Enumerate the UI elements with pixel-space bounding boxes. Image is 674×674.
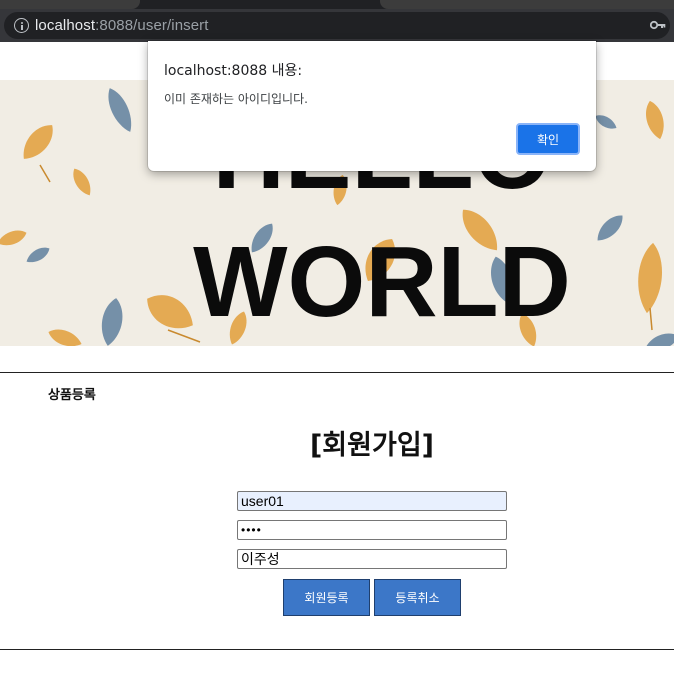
- page-title: [회원가입]: [309, 430, 435, 461]
- alert-title: localhost:8088 내용:: [164, 63, 303, 79]
- browser-toolbar: localhost:8088/user/insert: [0, 9, 674, 42]
- url-path: :8088/user/insert: [95, 17, 209, 34]
- footer-divider: [0, 649, 674, 650]
- nav-item-product-register[interactable]: 상품등록: [48, 384, 96, 403]
- name-input[interactable]: [237, 549, 507, 569]
- browser-tabstrip: [0, 0, 674, 9]
- info-icon[interactable]: [14, 18, 29, 33]
- alert-message: 이미 존재하는 아이디입니다.: [164, 92, 308, 106]
- key-icon[interactable]: [650, 20, 666, 30]
- cancel-registration-button[interactable]: 등록취소: [374, 579, 461, 616]
- banner-line-2: WORLD: [193, 226, 571, 338]
- address-bar[interactable]: localhost:8088/user/insert: [4, 12, 670, 39]
- browser-tab[interactable]: [0, 0, 140, 9]
- password-input[interactable]: [237, 520, 507, 540]
- alert-dialog: localhost:8088 내용: 이미 존재하는 아이디입니다. 확인: [148, 41, 596, 171]
- browser-tab[interactable]: [380, 0, 674, 9]
- url-host: localhost: [35, 17, 96, 34]
- address-url[interactable]: localhost:8088/user/insert: [35, 17, 209, 34]
- alert-ok-button[interactable]: 확인: [516, 123, 580, 155]
- register-button[interactable]: 회원등록: [283, 579, 370, 616]
- user-id-input[interactable]: [237, 491, 507, 511]
- nav-divider-top: [0, 372, 674, 373]
